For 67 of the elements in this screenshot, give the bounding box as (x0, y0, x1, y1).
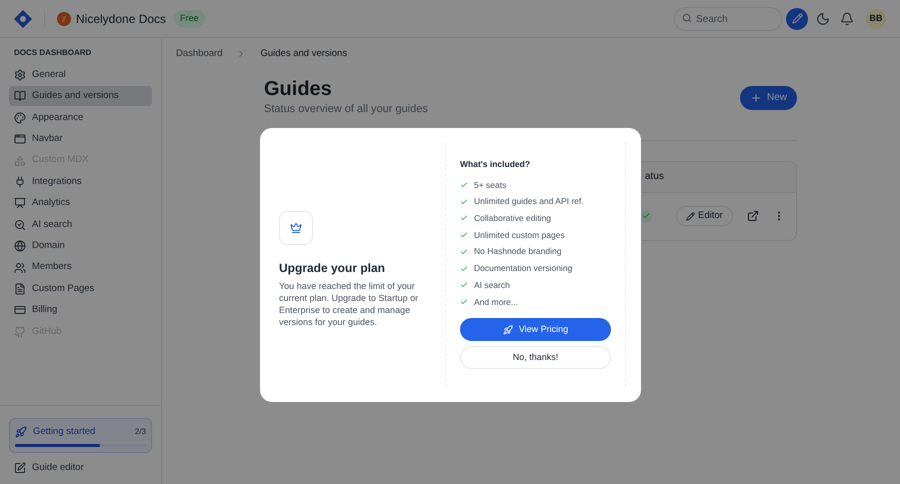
sidebar-item[interactable]: Navbar (9, 129, 152, 150)
page-title: Guides (264, 77, 333, 102)
plan-badge: Free (174, 10, 205, 28)
dialog-title: Upgrade your plan (279, 260, 386, 277)
sidebar-item[interactable]: Analytics (9, 193, 152, 214)
sidebar-item[interactable]: Domain (9, 236, 152, 256)
sidebar-item[interactable]: Integrations (9, 172, 152, 192)
sidebar-item[interactable]: Guides and versions (9, 86, 152, 106)
feature-item: Unlimited guides and API ref. (474, 195, 584, 208)
page-subtitle: Status overview of all your guides (264, 102, 429, 118)
breadcrumb-current: Guides and versions (260, 47, 348, 61)
user-avatar[interactable]: BB (866, 8, 886, 28)
file-icon (14, 282, 26, 295)
feature-item: 5+ seats (474, 178, 506, 192)
new-button[interactable]: New (740, 86, 797, 110)
rocket-icon (15, 426, 27, 438)
column-header: atus (645, 170, 664, 184)
breadcrumb-link[interactable]: Dashboard (176, 47, 222, 62)
sidebar-item[interactable]: Billing (9, 300, 152, 320)
site-name[interactable]: Nicelydone Docs (76, 10, 166, 28)
bell-icon[interactable] (840, 12, 854, 26)
credit-card-icon (14, 304, 26, 316)
sidebar-item[interactable]: Custom Pages (9, 278, 152, 299)
feature-item: No Hashnode branding (474, 245, 562, 258)
sidebar-item[interactable]: AI search (9, 214, 152, 235)
plus-icon (750, 92, 762, 104)
site-logo-icon (57, 12, 71, 26)
feature-item: AI search (474, 278, 510, 292)
github-icon (14, 326, 26, 338)
logo-icon[interactable] (14, 10, 32, 28)
sidebar-item[interactable]: Appearance (9, 108, 152, 128)
globe-icon (14, 240, 26, 252)
users-icon (14, 262, 26, 274)
edit-button[interactable] (786, 8, 808, 30)
getting-started-label: Getting started (33, 424, 96, 439)
moon-icon[interactable] (816, 12, 830, 26)
crown-icon (290, 222, 302, 234)
features-heading: What's included? (460, 158, 532, 171)
feature-item: And more... (474, 296, 518, 308)
sidebar-item[interactable]: Guide editor (9, 458, 152, 478)
sidebar-heading: DOCS DASHBOARD (13, 47, 92, 59)
dialog-body: You have reached the limit of your current plan. Upgrade to Startup or Enterprise to create and manage versions for your guides. (279, 280, 419, 328)
search-field[interactable]: Search (674, 7, 782, 32)
view-pricing-button[interactable]: View Pricing (460, 318, 611, 342)
editor-button[interactable]: Editor (676, 206, 733, 226)
window-icon (14, 133, 26, 146)
feature-item: Collaborative editing (474, 212, 552, 225)
plug-icon (14, 176, 26, 188)
book-icon (14, 90, 26, 102)
pencil-icon (792, 13, 802, 24)
search-icon (14, 218, 26, 231)
pencil-icon (686, 212, 695, 221)
getting-started-card[interactable]: Getting started 2/3 (9, 418, 152, 453)
gear-icon (14, 69, 26, 81)
edit-icon (14, 462, 26, 474)
rocket-icon (502, 324, 513, 335)
feature-item: Documentation versioning (474, 262, 572, 275)
chart-icon (14, 197, 26, 210)
palette-icon (14, 112, 26, 124)
no-thanks-button[interactable]: No, thanks! (460, 346, 611, 370)
sidebar-item[interactable]: General (9, 65, 152, 85)
shapes-icon (14, 154, 26, 167)
external-link-icon[interactable] (746, 210, 759, 222)
progress-count: 2/3 (134, 426, 146, 438)
sidebar-item[interactable]: Members (9, 258, 152, 278)
search-icon (682, 12, 692, 23)
feature-item: Unlimited custom pages (474, 228, 565, 242)
